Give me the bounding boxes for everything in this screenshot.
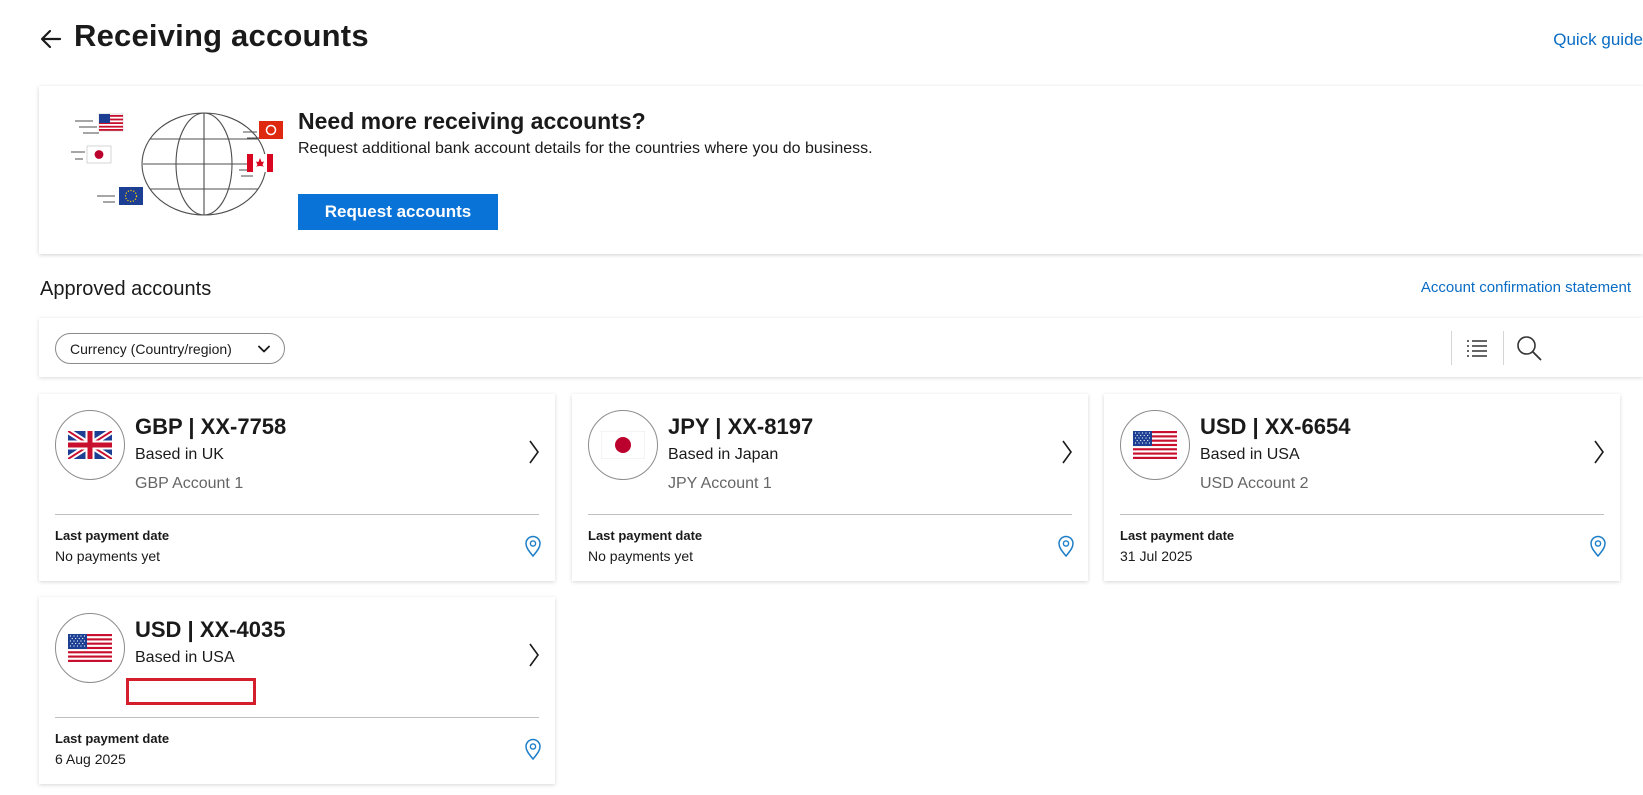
currency-filter-label: Currency (Country/region): [70, 340, 232, 357]
redacted-nickname-box: [126, 678, 256, 705]
arrow-left-icon: [40, 29, 62, 49]
account-title: USD | XX-6654: [1200, 414, 1351, 439]
quick-guide-link[interactable]: Quick guide: [1553, 30, 1643, 50]
card-divider: [1120, 514, 1604, 515]
location-pin-icon[interactable]: [523, 534, 543, 558]
account-card[interactable]: USD | XX-4035 Based in USA Last payment …: [39, 597, 555, 784]
promo-title: Need more receiving accounts?: [298, 108, 646, 134]
account-card[interactable]: USD | XX-6654 Based in USA USD Account 2…: [1104, 394, 1620, 581]
usa-flag-icon: [1133, 431, 1177, 459]
account-title: USD | XX-4035: [135, 617, 286, 642]
chevron-right-icon[interactable]: [1060, 438, 1074, 466]
last-payment-value: No payments yet: [588, 548, 694, 564]
account-location: Based in USA: [135, 649, 235, 666]
page-title: Receiving accounts: [74, 18, 369, 53]
filter-divider: [1451, 331, 1452, 365]
account-flag: [588, 410, 658, 480]
promo-description: Request additional bank account details …: [298, 140, 873, 157]
list-view-button[interactable]: [1459, 332, 1495, 364]
last-payment-label: Last payment date: [55, 731, 170, 746]
japan-flag-icon: [601, 431, 645, 459]
card-divider: [55, 514, 539, 515]
last-payment-value: 31 Jul 2025: [1120, 548, 1193, 564]
account-nickname: GBP Account 1: [135, 475, 244, 492]
account-location: Based in USA: [1200, 446, 1300, 463]
back-button[interactable]: [38, 26, 64, 52]
request-accounts-button[interactable]: Request accounts: [298, 194, 498, 230]
account-card[interactable]: GBP | XX-7758 Based in UK GBP Account 1 …: [39, 394, 555, 581]
account-flag: [1120, 410, 1190, 480]
account-flag: [55, 613, 125, 683]
last-payment-label: Last payment date: [588, 528, 703, 543]
chevron-right-icon[interactable]: [527, 641, 541, 669]
currency-filter-dropdown[interactable]: Currency (Country/region): [55, 333, 285, 364]
request-accounts-promo: Need more receiving accounts? Request ad…: [39, 86, 1643, 254]
page-header: Receiving accounts Quick guide: [38, 14, 1643, 62]
account-title: GBP | XX-7758: [135, 414, 287, 439]
account-location: Based in UK: [135, 446, 224, 463]
uk-flag-icon: [68, 431, 112, 459]
account-title: JPY | XX-8197: [668, 414, 814, 439]
location-pin-icon[interactable]: [523, 737, 543, 761]
filter-divider: [1503, 331, 1504, 365]
account-flag: [55, 410, 125, 480]
usa-flag-icon: [68, 634, 112, 662]
last-payment-label: Last payment date: [1120, 528, 1235, 543]
chevron-right-icon[interactable]: [527, 438, 541, 466]
account-card[interactable]: JPY | XX-8197 Based in Japan JPY Account…: [572, 394, 1088, 581]
globe-flags-illustration: [71, 112, 283, 216]
card-divider: [55, 717, 539, 718]
approved-accounts-heading: Approved accounts: [40, 278, 212, 300]
location-pin-icon[interactable]: [1588, 534, 1608, 558]
last-payment-value: No payments yet: [55, 548, 161, 564]
account-confirmation-statement-link[interactable]: Account confirmation statement: [1421, 279, 1631, 296]
search-button[interactable]: [1511, 332, 1547, 364]
chevron-right-icon[interactable]: [1592, 438, 1606, 466]
list-view-icon: [1467, 340, 1487, 357]
last-payment-value: 6 Aug 2025: [55, 751, 126, 767]
last-payment-label: Last payment date: [55, 528, 170, 543]
card-divider: [588, 514, 1072, 515]
search-icon: [1517, 336, 1542, 361]
receiving-accounts-page: Receiving accounts Quick guide Need more…: [0, 0, 1643, 795]
account-location: Based in Japan: [668, 446, 779, 463]
account-nickname: JPY Account 1: [668, 475, 772, 492]
chevron-down-icon: [258, 345, 270, 352]
location-pin-icon[interactable]: [1056, 534, 1076, 558]
account-nickname: USD Account 2: [1200, 475, 1309, 492]
filter-bar: Currency (Country/region): [39, 318, 1643, 377]
